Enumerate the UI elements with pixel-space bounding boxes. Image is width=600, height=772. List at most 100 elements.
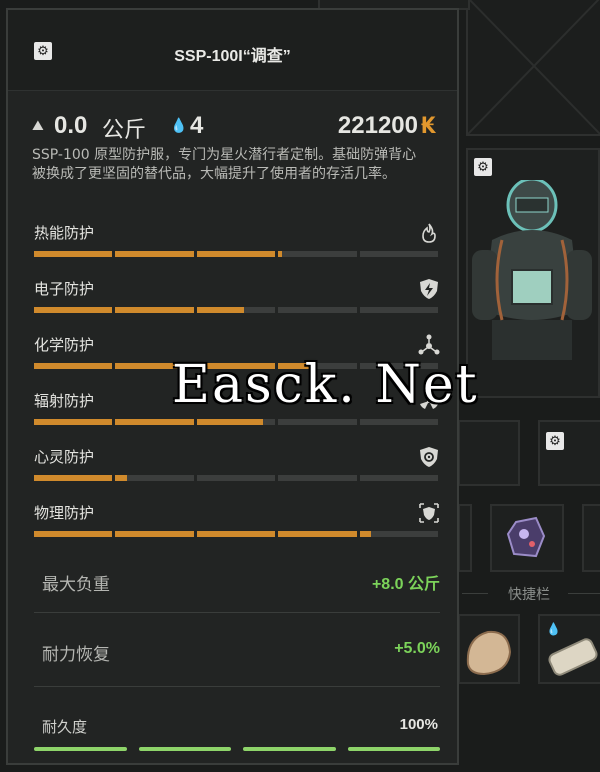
- durability-label: 耐久度: [42, 718, 88, 736]
- item-stats: ⛰ 0.0 公斤 💧 4 221200 ₭: [32, 112, 436, 143]
- bar-segment: [34, 251, 113, 257]
- divider: [462, 593, 488, 594]
- durability-segment: [243, 747, 336, 751]
- bar-fill: [34, 307, 113, 313]
- bar-fill: [196, 251, 276, 257]
- bar-segment: [278, 307, 357, 313]
- gear-icon[interactable]: ⚙: [474, 158, 492, 176]
- weight-icon: ⛰: [32, 118, 44, 134]
- protection-bar: [34, 251, 439, 257]
- attribute-value: +5.0%: [394, 640, 440, 657]
- bar-segment: [115, 251, 194, 257]
- inventory-slot-a[interactable]: [458, 420, 520, 486]
- watermark: Easck. Net: [172, 355, 479, 415]
- inventory-slot-b[interactable]: ⚙: [538, 420, 600, 486]
- protection-label: 物理防护: [34, 504, 95, 522]
- bar-fill: [115, 307, 194, 313]
- protection-bar: [34, 307, 439, 313]
- bar-segment: [115, 307, 194, 313]
- bar-fill: [196, 419, 264, 425]
- inventory-slot-d[interactable]: [582, 504, 600, 572]
- bar-segment: [34, 531, 113, 537]
- bar-fill: [34, 531, 113, 537]
- bar-segment: [34, 307, 113, 313]
- protection-label: 心灵防护: [34, 448, 95, 466]
- item-description: SSP-100 原型防护服，专门为星火潜行者定制。基础防弹背心被换成了更坚固的替…: [32, 147, 417, 182]
- bar-segment: [278, 419, 357, 425]
- bar-fill: [115, 419, 194, 425]
- bar-segment: [115, 419, 194, 425]
- bar-fill: [278, 531, 357, 537]
- bar-segment: [115, 531, 194, 537]
- bar-fill: [34, 419, 113, 425]
- bar-segment: [115, 475, 194, 481]
- bar-fill: [196, 307, 244, 313]
- psy-shield-icon: [420, 447, 438, 467]
- durability-segment: [34, 747, 127, 751]
- artifact-slot[interactable]: [490, 504, 564, 572]
- durability-row: 耐久度 100%: [34, 716, 438, 738]
- bar-fill: [115, 251, 194, 257]
- protection-row: 电子防护: [34, 278, 444, 318]
- bar-fill: [115, 531, 194, 537]
- slot-count: 4: [190, 112, 204, 139]
- chemical-icon: [418, 334, 440, 355]
- bar-fill: [34, 475, 113, 481]
- protection-label: 化学防护: [34, 336, 95, 354]
- bar-segment: [34, 363, 113, 369]
- durability-value: 100%: [399, 716, 438, 733]
- quickbar-label: 快捷栏: [508, 587, 550, 603]
- bar-segment: [278, 251, 357, 257]
- weight-unit: 公斤: [102, 118, 147, 143]
- protection-label: 电子防护: [34, 280, 95, 298]
- bar-fill: [196, 531, 276, 537]
- item-title: SSP-100I“调查”: [174, 48, 291, 65]
- protection-bar: [34, 475, 439, 481]
- protection-row: 热能防护: [34, 222, 444, 262]
- bar-fill: [34, 363, 113, 369]
- bar-segment: [359, 307, 439, 313]
- attribute-row: 最大负重 +8.0 公斤: [34, 570, 440, 600]
- protection-label: 辐射防护: [34, 392, 95, 410]
- bar-segment: [359, 251, 439, 257]
- equipment-slot-top[interactable]: [466, 0, 600, 136]
- price-value: 221200: [337, 112, 418, 139]
- armor-slot[interactable]: ⚙: [466, 148, 600, 398]
- attribute-value: +8.0 公斤: [371, 576, 440, 593]
- bar-segment: [196, 531, 276, 537]
- attribute-label: 耐力恢复: [42, 645, 110, 665]
- bar-segment: [359, 475, 439, 481]
- inventory-slot-c[interactable]: [458, 504, 472, 572]
- bar-segment: [359, 419, 439, 425]
- bar-fill: [278, 251, 283, 257]
- protection-row: 心灵防护: [34, 446, 444, 486]
- bar-fill: [359, 531, 372, 537]
- quickbar-slot-2[interactable]: 💧: [538, 614, 600, 684]
- durability-segment: [138, 747, 231, 751]
- artifact-icon: [506, 516, 546, 558]
- currency-icon: ₭: [420, 114, 436, 139]
- armor-suit-icon: [472, 180, 592, 360]
- protection-bar: [34, 531, 439, 537]
- attribute-label: 最大负重: [42, 575, 110, 595]
- tooltip-header: ⚙ SSP-100I“调查”: [8, 10, 457, 91]
- flame-icon: [422, 223, 436, 243]
- quickbar-slot-1[interactable]: [458, 614, 520, 684]
- attribute-row: 耐力恢复 +5.0%: [34, 640, 440, 670]
- durability-bar: [34, 747, 440, 751]
- bar-segment: [34, 475, 113, 481]
- armor-icon: [419, 503, 439, 523]
- lightning-shield-icon: [420, 279, 438, 299]
- durability-segment: [347, 747, 440, 751]
- bread-icon: [466, 630, 512, 676]
- bar-segment: [34, 419, 113, 425]
- bar-segment: [359, 531, 439, 537]
- protection-bar: [34, 419, 439, 425]
- gear-icon[interactable]: ⚙: [546, 432, 564, 450]
- bar-segment: [196, 307, 276, 313]
- protection-label: 热能防护: [34, 224, 95, 242]
- bar-segment: [278, 475, 357, 481]
- divider: [568, 593, 600, 594]
- bandage-icon: [548, 638, 598, 676]
- bar-segment: [278, 531, 357, 537]
